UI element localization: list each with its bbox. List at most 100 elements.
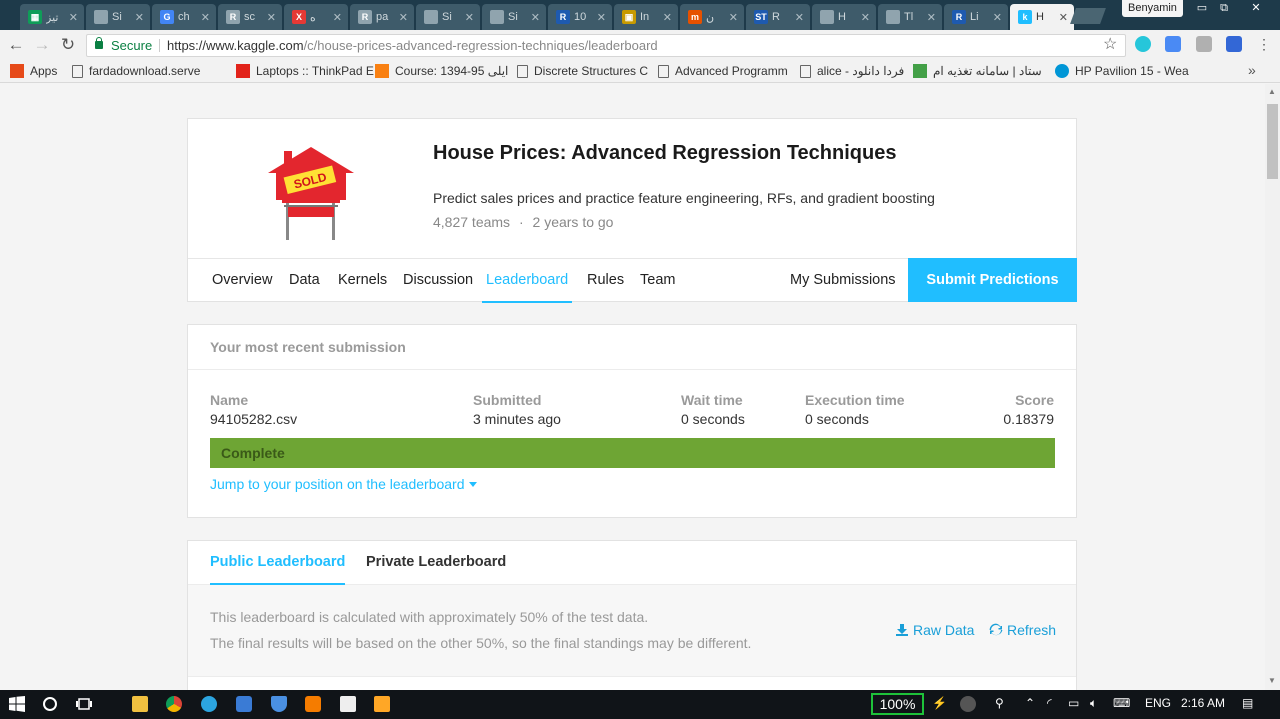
- bookmark-item[interactable]: Advanced Programm: [658, 64, 788, 78]
- tab-public-leaderboard[interactable]: Public Leaderboard: [210, 541, 346, 585]
- bookmark-item[interactable]: Course: 1394-95 ایلی: [375, 64, 508, 78]
- browser-tab[interactable]: ST R ✕: [746, 4, 810, 30]
- wifi-icon[interactable]: ◜: [1047, 696, 1052, 710]
- restore-icon[interactable]: ⧉: [1214, 0, 1234, 17]
- document-app-icon[interactable]: [340, 696, 356, 712]
- bookmark-item[interactable]: HP Pavilion 15 - Wea: [1055, 64, 1189, 78]
- browser-tab[interactable]: ▣ In ✕: [614, 4, 678, 30]
- tab-private-leaderboard[interactable]: Private Leaderboard: [366, 541, 506, 585]
- cortana-icon[interactable]: [42, 696, 58, 712]
- minimize-icon[interactable]: ▭: [1192, 0, 1212, 17]
- browser-tab[interactable]: Si ✕: [86, 4, 150, 30]
- address-bar[interactable]: Secure https://www.kaggle.com/c/house-pr…: [86, 34, 1126, 57]
- bookmark-item[interactable]: alice - فردا دانلود: [800, 64, 904, 78]
- jump-to-position-link[interactable]: Jump to your position on the leaderboard: [210, 476, 477, 492]
- tab-close-icon[interactable]: ✕: [333, 11, 342, 24]
- tab-close-icon[interactable]: ✕: [531, 11, 540, 24]
- tab-close-icon[interactable]: ✕: [927, 11, 936, 24]
- windows-start-icon[interactable]: [9, 696, 25, 712]
- my-submissions-link[interactable]: My Submissions: [790, 259, 896, 303]
- browser-tab[interactable]: k H ✕: [1010, 4, 1074, 30]
- tab-discussion[interactable]: Discussion: [403, 259, 473, 303]
- back-arrow-icon[interactable]: ←: [6, 35, 26, 55]
- tab-close-icon[interactable]: ✕: [201, 11, 210, 24]
- telegram-icon[interactable]: [201, 696, 217, 712]
- browser-tab[interactable]: R 10 ✕: [548, 4, 612, 30]
- browser-tab[interactable]: R Li ✕: [944, 4, 1008, 30]
- volume-icon[interactable]: 🔈︎: [1090, 696, 1097, 711]
- tab-close-icon[interactable]: ✕: [663, 11, 672, 24]
- paint-app-icon[interactable]: [374, 696, 390, 712]
- battery-percentage[interactable]: 100%: [871, 693, 924, 715]
- page-scrollbar[interactable]: ▲ ▼: [1265, 84, 1280, 690]
- browser-tab[interactable]: Rsc ✕: [218, 4, 282, 30]
- menu-dots-icon[interactable]: ⋮: [1257, 36, 1271, 53]
- app-orange-icon[interactable]: [305, 696, 321, 712]
- keyboard-icon[interactable]: ⌨: [1113, 696, 1130, 710]
- bookmark-item[interactable]: Apps: [10, 64, 57, 78]
- bookmark-label: HP Pavilion 15 - Wea: [1075, 64, 1189, 78]
- scroll-down-icon[interactable]: ▼: [1268, 676, 1276, 685]
- raw-data-link[interactable]: Raw Data: [895, 622, 974, 638]
- forward-arrow-icon[interactable]: →: [32, 35, 52, 55]
- browser-tab[interactable]: H ✕: [812, 4, 876, 30]
- submit-predictions-button[interactable]: Submit Predictions: [908, 258, 1077, 302]
- browser-toolbar: ← → ↻ Secure https://www.kaggle.com/c/ho…: [0, 30, 1280, 60]
- extension-gray-icon[interactable]: [1196, 36, 1212, 52]
- language-indicator[interactable]: ENG: [1145, 696, 1171, 710]
- r-app-icon[interactable]: [236, 696, 252, 712]
- plug-icon[interactable]: ⚡: [932, 696, 947, 710]
- people-icon[interactable]: ⚲: [995, 696, 1004, 710]
- bookmark-item[interactable]: Laptops :: ThinkPad E: [236, 64, 374, 78]
- tab-overview[interactable]: Overview: [212, 259, 272, 303]
- tab-close-icon[interactable]: ✕: [69, 11, 78, 24]
- chrome-icon[interactable]: [166, 696, 182, 712]
- tab-close-icon[interactable]: ✕: [399, 11, 408, 24]
- extension-m-icon[interactable]: [1135, 36, 1151, 52]
- bookmark-item[interactable]: Discrete Structures C: [517, 64, 648, 78]
- browser-tab[interactable]: Si ✕: [482, 4, 546, 30]
- tab-data[interactable]: Data: [289, 259, 320, 303]
- task-view-icon[interactable]: [76, 696, 92, 712]
- battery-icon[interactable]: ▭: [1068, 696, 1079, 710]
- tab-close-icon[interactable]: ✕: [267, 11, 276, 24]
- tray-app-icon[interactable]: [960, 696, 976, 712]
- clock[interactable]: 2:16 AM: [1181, 696, 1225, 710]
- browser-tab[interactable]: m ن ✕: [680, 4, 744, 30]
- tab-close-icon[interactable]: ✕: [993, 11, 1002, 24]
- tab-leaderboard[interactable]: Leaderboard: [482, 259, 573, 303]
- tab-close-icon[interactable]: ✕: [1059, 11, 1068, 24]
- scrollbar-thumb[interactable]: [1267, 104, 1278, 179]
- tab-close-icon[interactable]: ✕: [135, 11, 144, 24]
- browser-tab[interactable]: Si ✕: [416, 4, 480, 30]
- show-hidden-icons-chevron-icon[interactable]: ⌃: [1025, 696, 1035, 710]
- tab-rules[interactable]: Rules: [587, 259, 624, 303]
- browser-tab[interactable]: Rpa ✕: [350, 4, 414, 30]
- browser-tab[interactable]: Gch ✕: [152, 4, 216, 30]
- file-explorer-icon[interactable]: [132, 696, 148, 712]
- browser-tab[interactable]: Tl ✕: [878, 4, 942, 30]
- extension-blue-icon[interactable]: [1226, 36, 1242, 52]
- new-tab-button[interactable]: [1070, 8, 1106, 24]
- translate-icon[interactable]: [1165, 36, 1181, 52]
- tab-close-icon[interactable]: ✕: [861, 11, 870, 24]
- refresh-link[interactable]: Refresh: [989, 622, 1056, 638]
- browser-tab[interactable]: ▦ تیز ✕: [20, 4, 84, 30]
- profile-button[interactable]: Benyamin: [1122, 0, 1183, 17]
- reload-icon[interactable]: ↻: [58, 35, 78, 55]
- browser-tab[interactable]: X ه ✕: [284, 4, 348, 30]
- tab-kernels[interactable]: Kernels: [338, 259, 387, 303]
- bookmark-item[interactable]: fardadownload.serve: [72, 64, 200, 78]
- close-window-icon[interactable]: ✕: [1246, 0, 1266, 17]
- tab-close-icon[interactable]: ✕: [597, 11, 606, 24]
- bookmark-star-icon[interactable]: ☆: [1103, 34, 1117, 54]
- tab-close-icon[interactable]: ✕: [465, 11, 474, 24]
- action-center-icon[interactable]: ▤: [1242, 696, 1253, 710]
- tab-close-icon[interactable]: ✕: [729, 11, 738, 24]
- bookmark-item[interactable]: ستاد | سامانه تغذیه ام: [913, 64, 1042, 78]
- bookmarks-overflow-icon[interactable]: »: [1248, 62, 1256, 78]
- scroll-up-icon[interactable]: ▲: [1268, 87, 1276, 96]
- tab-close-icon[interactable]: ✕: [795, 11, 804, 24]
- security-shield-icon[interactable]: [271, 696, 287, 712]
- tab-team[interactable]: Team: [640, 259, 675, 303]
